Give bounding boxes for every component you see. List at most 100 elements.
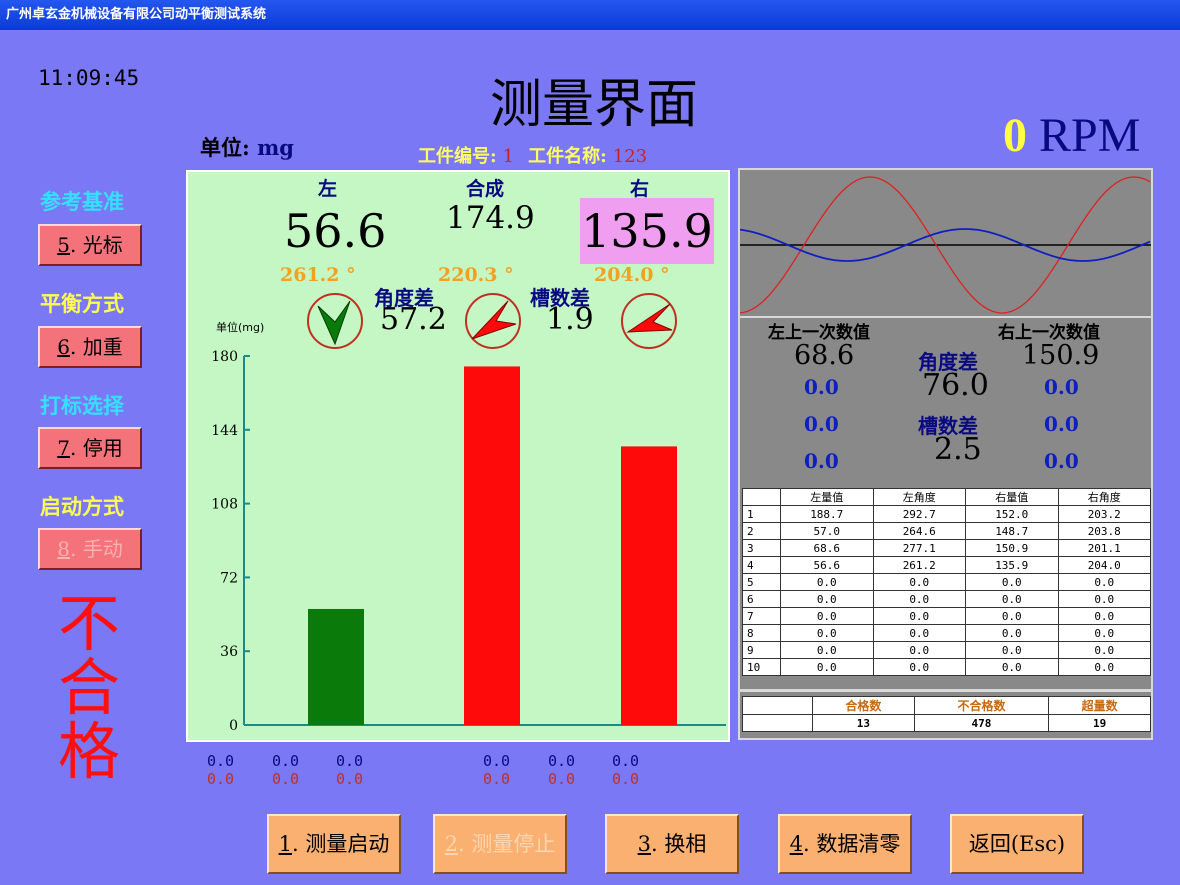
measure-stop-key: 2: [444, 832, 458, 856]
bottom-right-bottom-1: 0.0: [483, 770, 511, 788]
y-tick-label: 144: [211, 423, 238, 439]
history-header-cell: 右角度: [1057, 488, 1151, 506]
y-tick-label: 0: [229, 718, 238, 734]
previous-right-extra-2: 0.0: [1044, 412, 1079, 436]
bottom-left-top-1: 0.0: [207, 752, 235, 770]
marking-label: 打标选择: [40, 393, 124, 418]
history-cell: 0.0: [1057, 658, 1151, 676]
history-header-cell: 左角度: [872, 488, 966, 506]
history-cell: 9: [742, 641, 781, 659]
workpiece-info: 工件编号: 1 工件名称: 123: [418, 142, 661, 168]
previous-left-extra-1: 0.0: [804, 375, 839, 399]
history-cell: 264.6: [872, 522, 966, 540]
history-cell: 8: [742, 624, 781, 642]
balance-button[interactable]: 6. 加重: [38, 326, 142, 368]
history-header-cell: 左量值: [780, 488, 874, 506]
bottom-left-top-2: 0.0: [272, 752, 300, 770]
right-label: 右: [630, 178, 650, 200]
measure-start-button[interactable]: 1. 测量启动: [267, 814, 401, 874]
history-cell: 204.0: [1057, 556, 1151, 574]
workpiece-name: 123: [612, 146, 648, 167]
table-row: 8 0.0 0.0 0.0 0.0: [742, 624, 1151, 642]
left-value: 56.6: [284, 204, 387, 258]
history-cell: 0.0: [1057, 573, 1151, 591]
y-tick-label: 108: [211, 497, 238, 513]
count-header-cell: 超量数: [1048, 696, 1151, 715]
history-cell: 292.7: [872, 505, 966, 523]
bottom-left-bottom-1: 0.0: [207, 770, 235, 788]
marking-button[interactable]: 7. 停用: [38, 427, 142, 469]
measure-stop-button[interactable]: 2. 测量停止: [433, 814, 567, 874]
left-angle: 261.2 °: [280, 264, 356, 286]
y-tick-label: 180: [211, 349, 238, 365]
count-cell: 478: [913, 714, 1050, 732]
table-row: 10 0.0 0.0 0.0 0.0: [742, 658, 1151, 676]
history-cell: 277.1: [872, 539, 966, 557]
measure-start-key: 1: [278, 832, 292, 856]
y-tick-label: 36: [220, 644, 238, 660]
previous-left-extra-3: 0.0: [804, 449, 839, 473]
history-panel: 左上一次数值 右上一次数值 68.6 150.9 角度差 76.0 槽数差 2.…: [738, 168, 1153, 740]
history-cell: 0.0: [780, 658, 874, 676]
bottom-left-top-3: 0.0: [336, 752, 364, 770]
count-cell: [742, 714, 813, 732]
history-cell: 57.0: [780, 522, 874, 540]
previous-angle-diff-value: 76.0: [922, 368, 989, 403]
table-row: 5 0.0 0.0 0.0 0.0: [742, 573, 1151, 591]
right-value: 135.9: [580, 198, 714, 264]
balance-key: 6: [57, 335, 70, 359]
bottom-right-top-1: 0.0: [483, 752, 511, 770]
reference-text: . 光标: [70, 233, 123, 257]
unit-value: mg: [257, 135, 294, 160]
combined-angle: 220.3 °: [438, 264, 514, 286]
y-tick-label: 72: [220, 570, 238, 586]
balance-text: . 加重: [70, 335, 123, 359]
history-cell: 0.0: [1057, 641, 1151, 659]
history-cell: 5: [742, 573, 781, 591]
status-result: 不合格: [57, 587, 120, 788]
back-button[interactable]: 返回(Esc): [950, 814, 1084, 874]
history-cell: 56.6: [780, 556, 874, 574]
rpm-unit: RPM: [1039, 109, 1141, 162]
previous-right-value: 150.9: [1022, 340, 1100, 371]
history-cell: 3: [742, 539, 781, 557]
reference-button[interactable]: 5. 光标: [38, 224, 142, 266]
history-cell: 0.0: [780, 590, 874, 608]
count-cell: 13: [812, 714, 915, 732]
bar-chart: 0 36 72 108 144 180: [211, 349, 726, 734]
rpm-value: 0: [1003, 109, 1027, 162]
bottom-left-bottom-2: 0.0: [272, 770, 300, 788]
marking-key: 7: [57, 436, 70, 460]
history-cell: 201.1: [1057, 539, 1151, 557]
history-cell: 135.9: [965, 556, 1059, 574]
history-cell: 0.0: [1057, 590, 1151, 608]
combined-label: 合成: [466, 178, 505, 200]
measure-stop-text: . 测量停止: [458, 832, 556, 856]
clear-data-button[interactable]: 4. 数据清零: [778, 814, 912, 874]
previous-left-value: 68.6: [794, 340, 855, 371]
history-cell: 0.0: [780, 607, 874, 625]
clock: 11:09:45: [38, 66, 140, 90]
history-cell: 0.0: [872, 624, 966, 642]
history-cell: 68.6: [780, 539, 874, 557]
history-cell: 261.2: [872, 556, 966, 574]
startup-button[interactable]: 8. 手动: [38, 528, 142, 570]
count-header-cell: 合格数: [812, 696, 915, 715]
previous-right-extra-1: 0.0: [1044, 375, 1079, 399]
history-cell: 150.9: [965, 539, 1059, 557]
history-cell: 0.0: [872, 641, 966, 659]
window-title-bar: 广州卓玄金机械设备有限公司动平衡测试系统: [0, 0, 1180, 30]
phase-change-button[interactable]: 3. 换相: [605, 814, 739, 874]
count-table: 合格数 不合格数 超量数 13 478 19: [742, 696, 1151, 732]
history-cell: 1: [742, 505, 781, 523]
history-cell: 148.7: [965, 522, 1059, 540]
unit-prefix: 单位:: [200, 135, 250, 160]
left-label: 左: [318, 178, 338, 200]
right-angle: 204.0 °: [594, 264, 670, 286]
history-cell: 10: [742, 658, 781, 676]
history-cell: 2: [742, 522, 781, 540]
bottom-right-bottom-2: 0.0: [548, 770, 576, 788]
bottom-right-bottom-3: 0.0: [612, 770, 640, 788]
previous-left-extra-2: 0.0: [804, 412, 839, 436]
history-cell: 152.0: [965, 505, 1059, 523]
